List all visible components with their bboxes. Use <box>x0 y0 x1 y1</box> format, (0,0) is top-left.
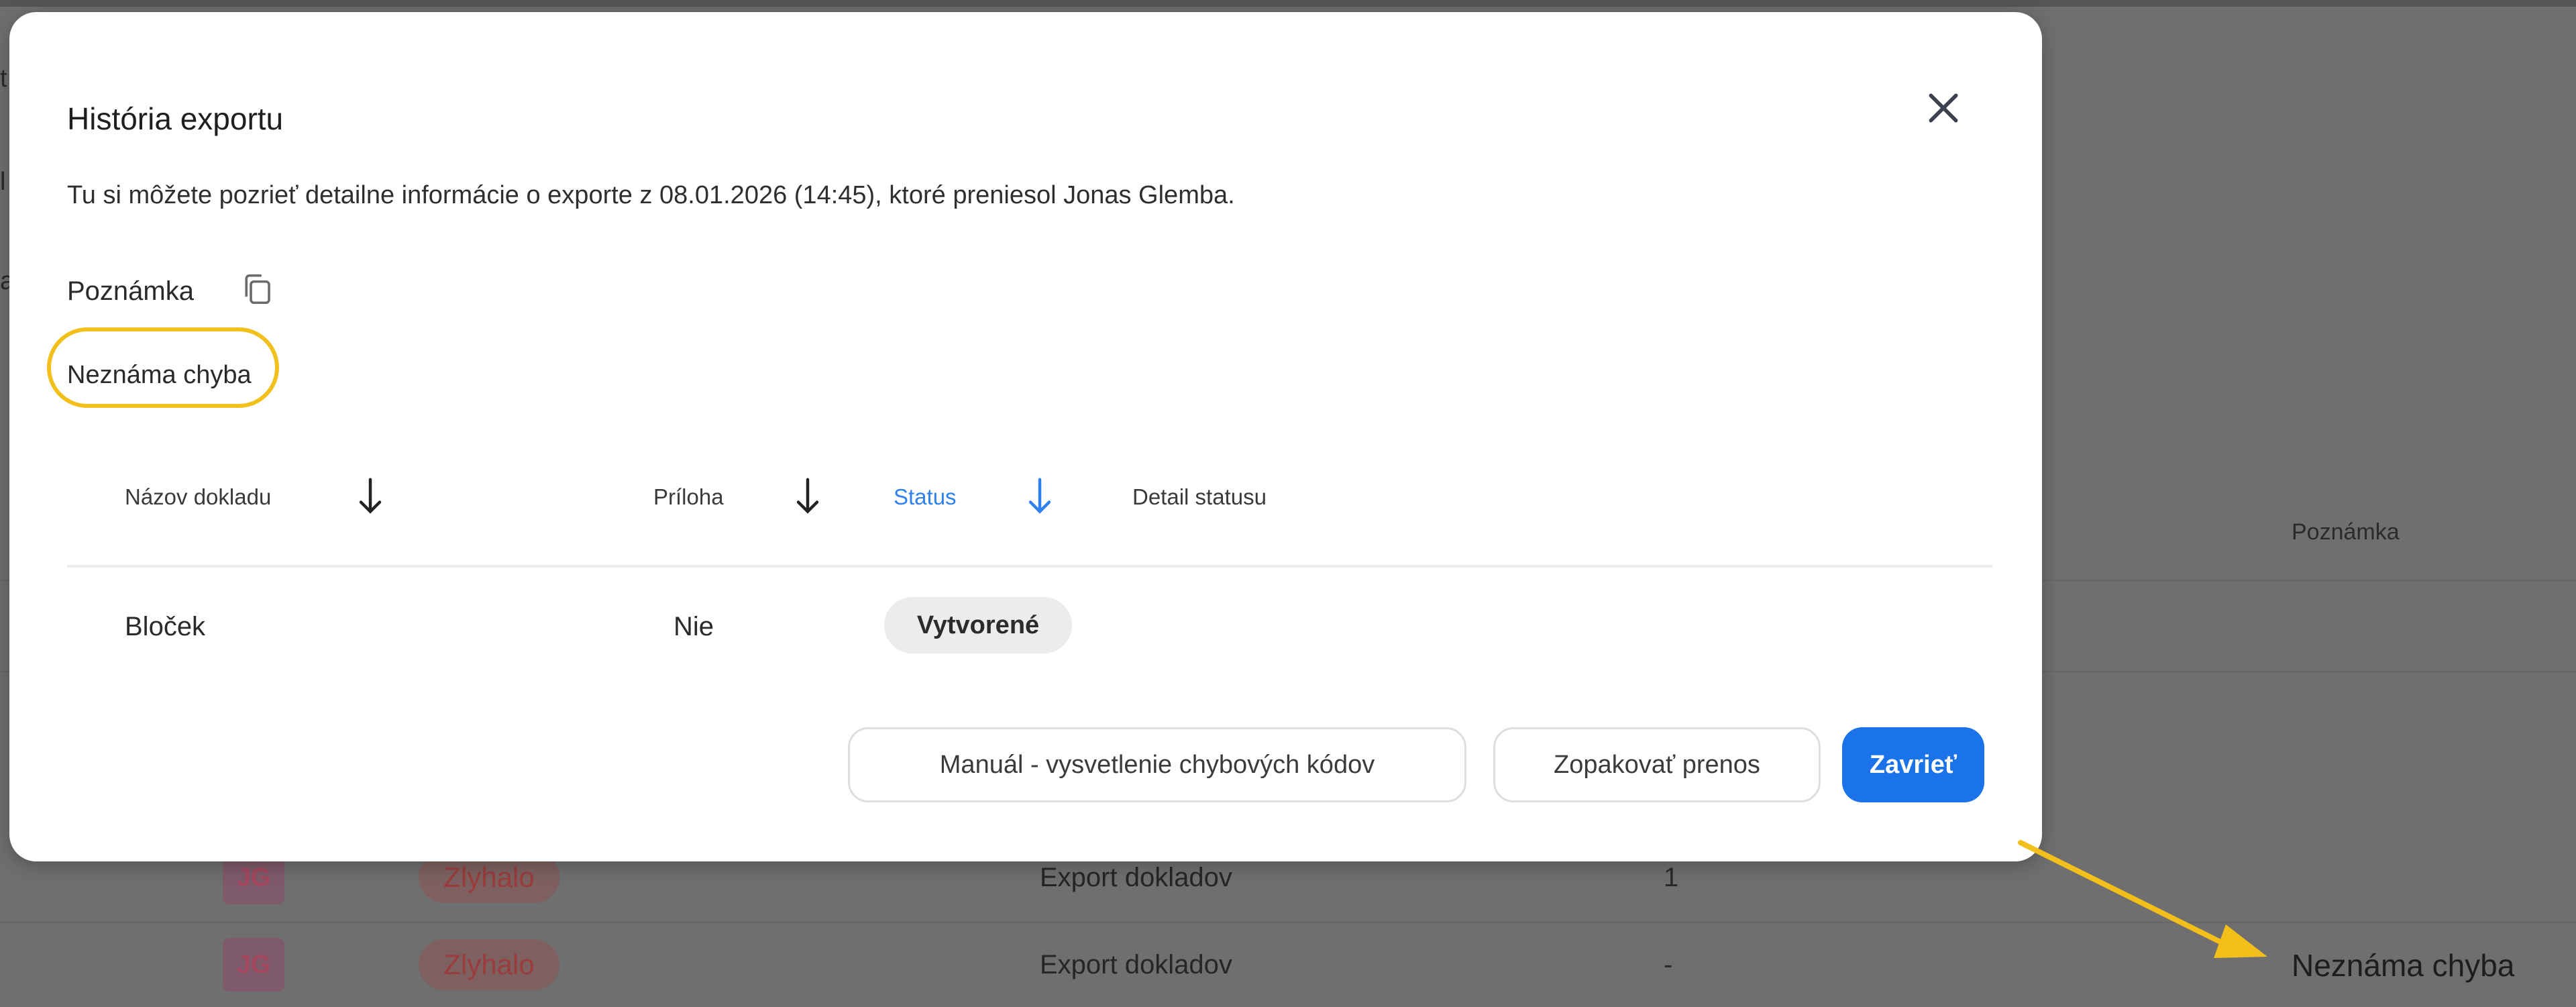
background-note-text: Neznáma chyba <box>2292 948 2515 983</box>
manual-error-codes-button[interactable]: Manuál - vysvetlenie chybových kódov <box>848 727 1466 802</box>
copy-icon <box>245 274 270 305</box>
note-text: Neznáma chyba <box>67 361 252 389</box>
column-header-status-detail: Detail statusu <box>1132 484 1267 509</box>
column-header-document-name[interactable]: Názov dokladu <box>125 484 271 510</box>
note-label: Poznámka <box>67 276 194 306</box>
background-row-divider <box>0 922 2576 923</box>
background-top-bar <box>0 0 2576 7</box>
background-count: 1 <box>1664 863 1679 892</box>
background-status-badge: Zlyhalo <box>419 939 559 990</box>
sort-attachment[interactable] <box>792 472 824 521</box>
background-export-type: Export dokladov <box>1040 950 1232 979</box>
background-avatar: JG <box>223 938 284 992</box>
column-header-status[interactable]: Status <box>894 484 957 510</box>
sort-status[interactable] <box>1024 472 1056 521</box>
background-export-type: Export dokladov <box>1040 863 1232 892</box>
close-modal-button[interactable]: Zavrieť <box>1842 727 1984 802</box>
close-button[interactable] <box>1920 85 1967 131</box>
retry-transfer-button[interactable]: Zopakovať prenos <box>1493 727 1821 802</box>
status-badge: Vytvorené <box>884 597 1072 653</box>
modal-title: História exportu <box>67 101 284 136</box>
close-icon <box>1929 93 1958 123</box>
arrow-down-icon <box>796 478 819 514</box>
cell-attachment: Nie <box>674 612 714 641</box>
background-fragment: l <box>0 168 6 196</box>
modal-description: Tu si môžete pozrieť detailne informácie… <box>67 181 1235 209</box>
arrow-down-icon <box>359 478 382 514</box>
sort-document-name[interactable] <box>354 472 386 521</box>
background-column-header-note: Poznámka <box>2292 519 2400 545</box>
export-history-modal: História exportu Tu si môžete pozrieť de… <box>9 12 2042 861</box>
table-header-divider <box>67 565 1992 568</box>
copy-note-button[interactable] <box>233 266 280 313</box>
arrow-down-icon <box>1028 478 1051 514</box>
column-header-attachment[interactable]: Príloha <box>653 484 724 510</box>
background-fragment: t <box>0 64 7 93</box>
cell-document-name: Bloček <box>125 612 206 641</box>
background-count: - <box>1664 950 1673 979</box>
